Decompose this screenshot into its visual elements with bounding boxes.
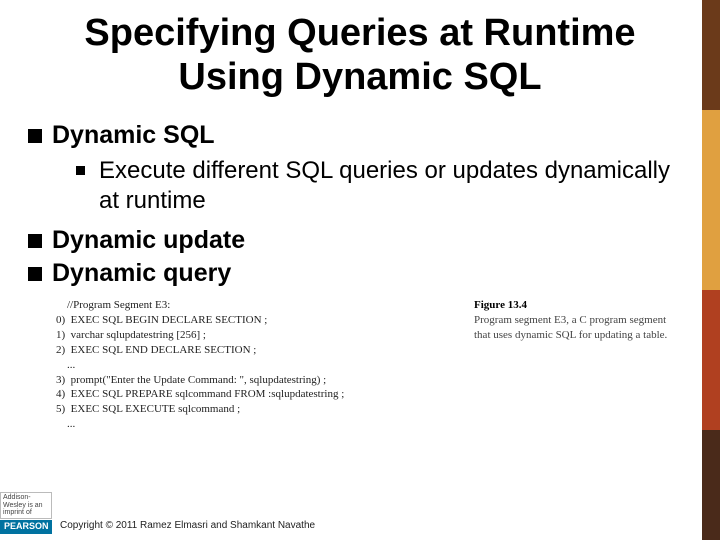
- bullet-text: Dynamic update: [52, 226, 245, 255]
- square-bullet-icon: [28, 129, 42, 143]
- figure-caption-text: Program segment E3, a C program segment …: [474, 313, 684, 343]
- code-figure: //Program Segment E3: 0) EXEC SQL BEGIN …: [56, 298, 684, 432]
- decorative-edge-strip: [702, 0, 720, 540]
- slide-body: Dynamic SQL Execute different SQL querie…: [0, 109, 720, 432]
- subbullet-text: Execute different SQL queries or updates…: [99, 156, 690, 216]
- bullet-dynamic-query: Dynamic query: [28, 259, 690, 288]
- square-bullet-icon: [28, 267, 42, 281]
- bullet-text: Dynamic query: [52, 259, 231, 288]
- footer: Addison-Wesley is an imprint of PEARSON …: [0, 492, 315, 534]
- bullet-dynamic-sql: Dynamic SQL: [28, 121, 690, 150]
- logo-main-text: PEARSON: [0, 520, 52, 534]
- logo-top-text: Addison-Wesley is an imprint of: [0, 492, 52, 519]
- figure-caption: Figure 13.4 Program segment E3, a C prog…: [474, 298, 684, 432]
- square-bullet-icon: [76, 166, 85, 175]
- publisher-logo: Addison-Wesley is an imprint of PEARSON: [0, 492, 52, 534]
- square-bullet-icon: [28, 234, 42, 248]
- copyright-text: Copyright © 2011 Ramez Elmasri and Shamk…: [60, 520, 315, 534]
- code-listing: //Program Segment E3: 0) EXEC SQL BEGIN …: [56, 298, 446, 432]
- bullet-text: Dynamic SQL: [52, 121, 215, 150]
- subbullet-execute: Execute different SQL queries or updates…: [76, 156, 690, 216]
- slide-title: Specifying Queries at Runtime Using Dyna…: [0, 0, 720, 109]
- figure-label: Figure 13.4: [474, 298, 684, 313]
- bullet-dynamic-update: Dynamic update: [28, 226, 690, 255]
